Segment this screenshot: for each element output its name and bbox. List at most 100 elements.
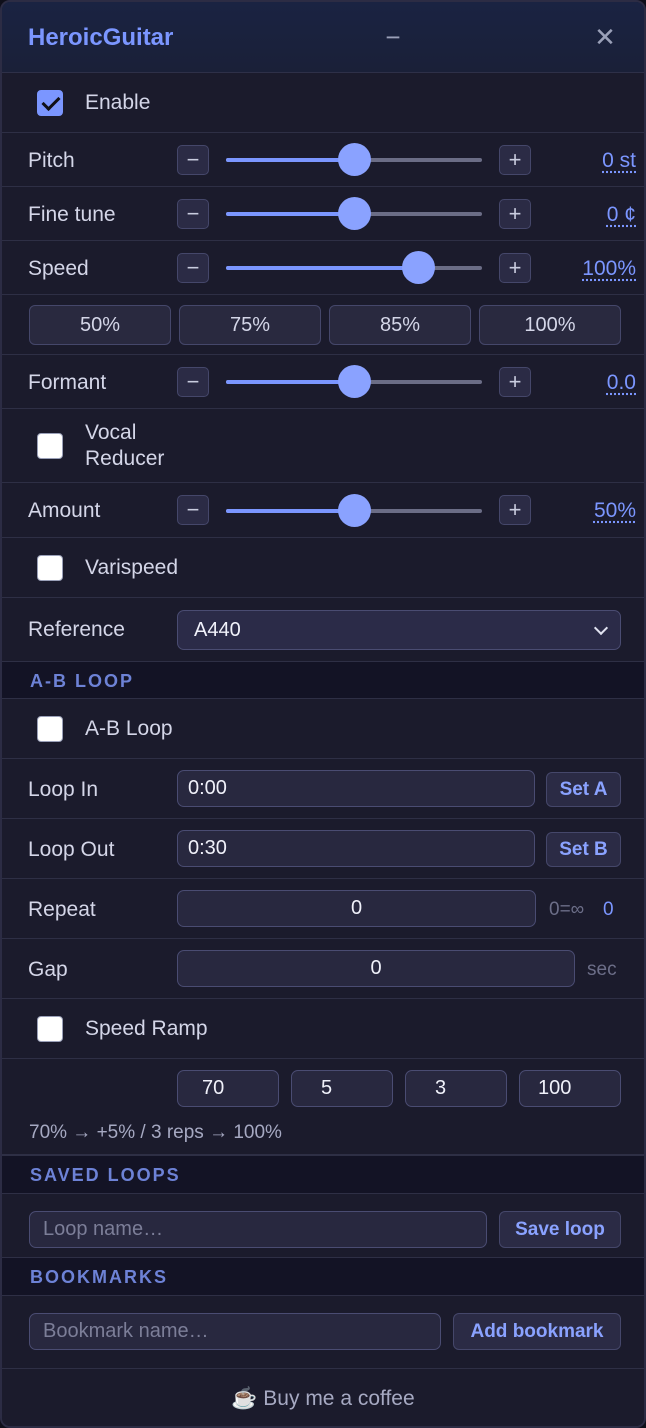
speed-label: Speed <box>28 257 89 280</box>
formant-decrement-button[interactable]: − <box>177 367 209 397</box>
speed-row: Speed − + 100% <box>2 241 644 295</box>
amount-slider-fill <box>226 509 354 513</box>
loop-out-input[interactable]: 0:30 <box>177 830 535 867</box>
formant-value[interactable]: 0.0 <box>607 371 636 395</box>
reference-label: Reference <box>28 618 125 641</box>
amount-slider-thumb[interactable] <box>338 494 371 527</box>
speed-preset-100-button[interactable]: 100% <box>479 305 621 345</box>
formant-slider[interactable] <box>226 365 482 398</box>
repeat-row: Repeat 0 0=∞ 0 <box>2 879 644 939</box>
reference-row: Reference A440 <box>2 598 644 662</box>
bookmarks-section-header: BOOKMARKS <box>2 1257 644 1296</box>
fine-tune-increment-button[interactable]: + <box>499 199 531 229</box>
gap-label: Gap <box>28 958 68 981</box>
save-loop-button[interactable]: Save loop <box>499 1211 621 1248</box>
vocal-reducer-label-line1: Vocal <box>85 421 137 444</box>
loop-out-label: Loop Out <box>28 838 115 861</box>
formant-row: Formant − + 0.0 <box>2 355 644 409</box>
ramp-start-input[interactable]: 70 <box>177 1070 279 1107</box>
speed-preset-85-button[interactable]: 85% <box>329 305 471 345</box>
amount-label: Amount <box>28 499 101 522</box>
speed-ramp-row: Speed Ramp <box>2 999 644 1059</box>
footer: ☕ Buy me a coffee <box>2 1368 644 1426</box>
ramp-end-input[interactable]: 100 <box>519 1070 621 1107</box>
amount-slider[interactable] <box>226 494 482 527</box>
pitch-slider[interactable] <box>226 143 482 176</box>
amount-row: Amount − + 50% <box>2 483 644 538</box>
loop-in-input[interactable]: 0:00 <box>177 770 535 807</box>
ramp-step-input[interactable]: 5 <box>291 1070 393 1107</box>
speed-decrement-button[interactable]: − <box>177 253 209 283</box>
app-title: HeroicGuitar <box>28 24 174 51</box>
varispeed-checkbox[interactable] <box>37 555 63 581</box>
loop-name-input[interactable]: Loop name… <box>29 1211 487 1248</box>
ab-loop-row: A-B Loop <box>2 699 644 759</box>
varispeed-row: Varispeed <box>2 538 644 598</box>
speed-slider-fill <box>226 266 418 270</box>
pitch-increment-button[interactable]: + <box>499 145 531 175</box>
fine-tune-slider-fill <box>226 212 354 216</box>
chevron-down-icon <box>593 620 609 636</box>
loop-in-label: Loop In <box>28 778 99 801</box>
reference-select[interactable]: A440 <box>177 610 621 650</box>
fine-tune-value[interactable]: 0 ¢ <box>607 203 636 227</box>
speed-ramp-settings-row: 70 5 3 100 70% → +5% / 3 reps → 100% <box>2 1059 644 1155</box>
repeat-input[interactable]: 0 <box>177 890 536 927</box>
title-bar[interactable]: HeroicGuitar − ✕ <box>2 2 644 73</box>
speed-increment-button[interactable]: + <box>499 253 531 283</box>
ab-loop-checkbox[interactable] <box>37 716 63 742</box>
set-b-button[interactable]: Set B <box>546 832 621 867</box>
amount-decrement-button[interactable]: − <box>177 495 209 525</box>
fine-tune-decrement-button[interactable]: − <box>177 199 209 229</box>
buy-me-a-coffee-link[interactable]: ☕ Buy me a coffee <box>2 1387 644 1411</box>
gap-row: Gap 0 sec <box>2 939 644 999</box>
ramp-summary: 70% → +5% / 3 reps → 100% <box>29 1122 282 1143</box>
ab-loop-label: A-B Loop <box>85 717 173 740</box>
saved-loops-section-title: SAVED LOOPS <box>30 1165 181 1185</box>
pitch-row: Pitch − + 0 st <box>2 133 644 187</box>
ab-loop-section-header: A-B LOOP <box>2 661 644 699</box>
loop-in-row: Loop In 0:00 Set A <box>2 759 644 819</box>
enable-checkbox[interactable] <box>37 90 63 116</box>
gap-unit: sec <box>587 959 617 980</box>
ab-loop-section-title: A-B LOOP <box>30 671 134 691</box>
fine-tune-slider[interactable] <box>226 197 482 230</box>
set-a-button[interactable]: Set A <box>546 772 621 807</box>
bookmark-name-input[interactable]: Bookmark name… <box>29 1313 441 1350</box>
speed-preset-50-button[interactable]: 50% <box>29 305 171 345</box>
repeat-infinity-hint: 0=∞ <box>549 899 585 920</box>
pitch-slider-fill <box>226 158 354 162</box>
minimize-icon[interactable]: − <box>380 22 406 52</box>
saved-loops-section-header: SAVED LOOPS <box>2 1155 644 1194</box>
pitch-value[interactable]: 0 st <box>602 149 636 173</box>
speed-ramp-checkbox[interactable] <box>37 1016 63 1042</box>
pitch-slider-thumb[interactable] <box>338 143 371 176</box>
speed-preset-75-button[interactable]: 75% <box>179 305 321 345</box>
formant-slider-thumb[interactable] <box>338 365 371 398</box>
speed-presets-row: 50% 75% 85% 100% <box>2 295 644 355</box>
formant-increment-button[interactable]: + <box>499 367 531 397</box>
pitch-label: Pitch <box>28 149 75 172</box>
speed-value[interactable]: 100% <box>582 257 636 281</box>
speed-slider[interactable] <box>226 251 482 284</box>
ramp-reps-input[interactable]: 3 <box>405 1070 507 1107</box>
loop-out-row: Loop Out 0:30 Set B <box>2 819 644 879</box>
close-icon[interactable]: ✕ <box>592 22 618 52</box>
pitch-decrement-button[interactable]: − <box>177 145 209 175</box>
vocal-reducer-checkbox[interactable] <box>37 433 63 459</box>
varispeed-label: Varispeed <box>85 556 179 579</box>
vocal-reducer-row: Vocal Reducer <box>2 409 644 483</box>
enable-row: Enable <box>2 73 644 133</box>
speed-slider-thumb[interactable] <box>402 251 435 284</box>
repeat-label: Repeat <box>28 898 96 921</box>
gap-input[interactable]: 0 <box>177 950 575 987</box>
fine-tune-slider-thumb[interactable] <box>338 197 371 230</box>
repeat-count: 0 <box>603 899 614 920</box>
enable-label: Enable <box>85 91 151 114</box>
fine-tune-label: Fine tune <box>28 203 116 226</box>
add-bookmark-button[interactable]: Add bookmark <box>453 1313 621 1350</box>
amount-increment-button[interactable]: + <box>499 495 531 525</box>
amount-value[interactable]: 50% <box>594 499 636 523</box>
vocal-reducer-label-line2: Reducer <box>85 447 165 470</box>
bookmarks-row: Bookmark name… Add bookmark <box>2 1296 644 1368</box>
